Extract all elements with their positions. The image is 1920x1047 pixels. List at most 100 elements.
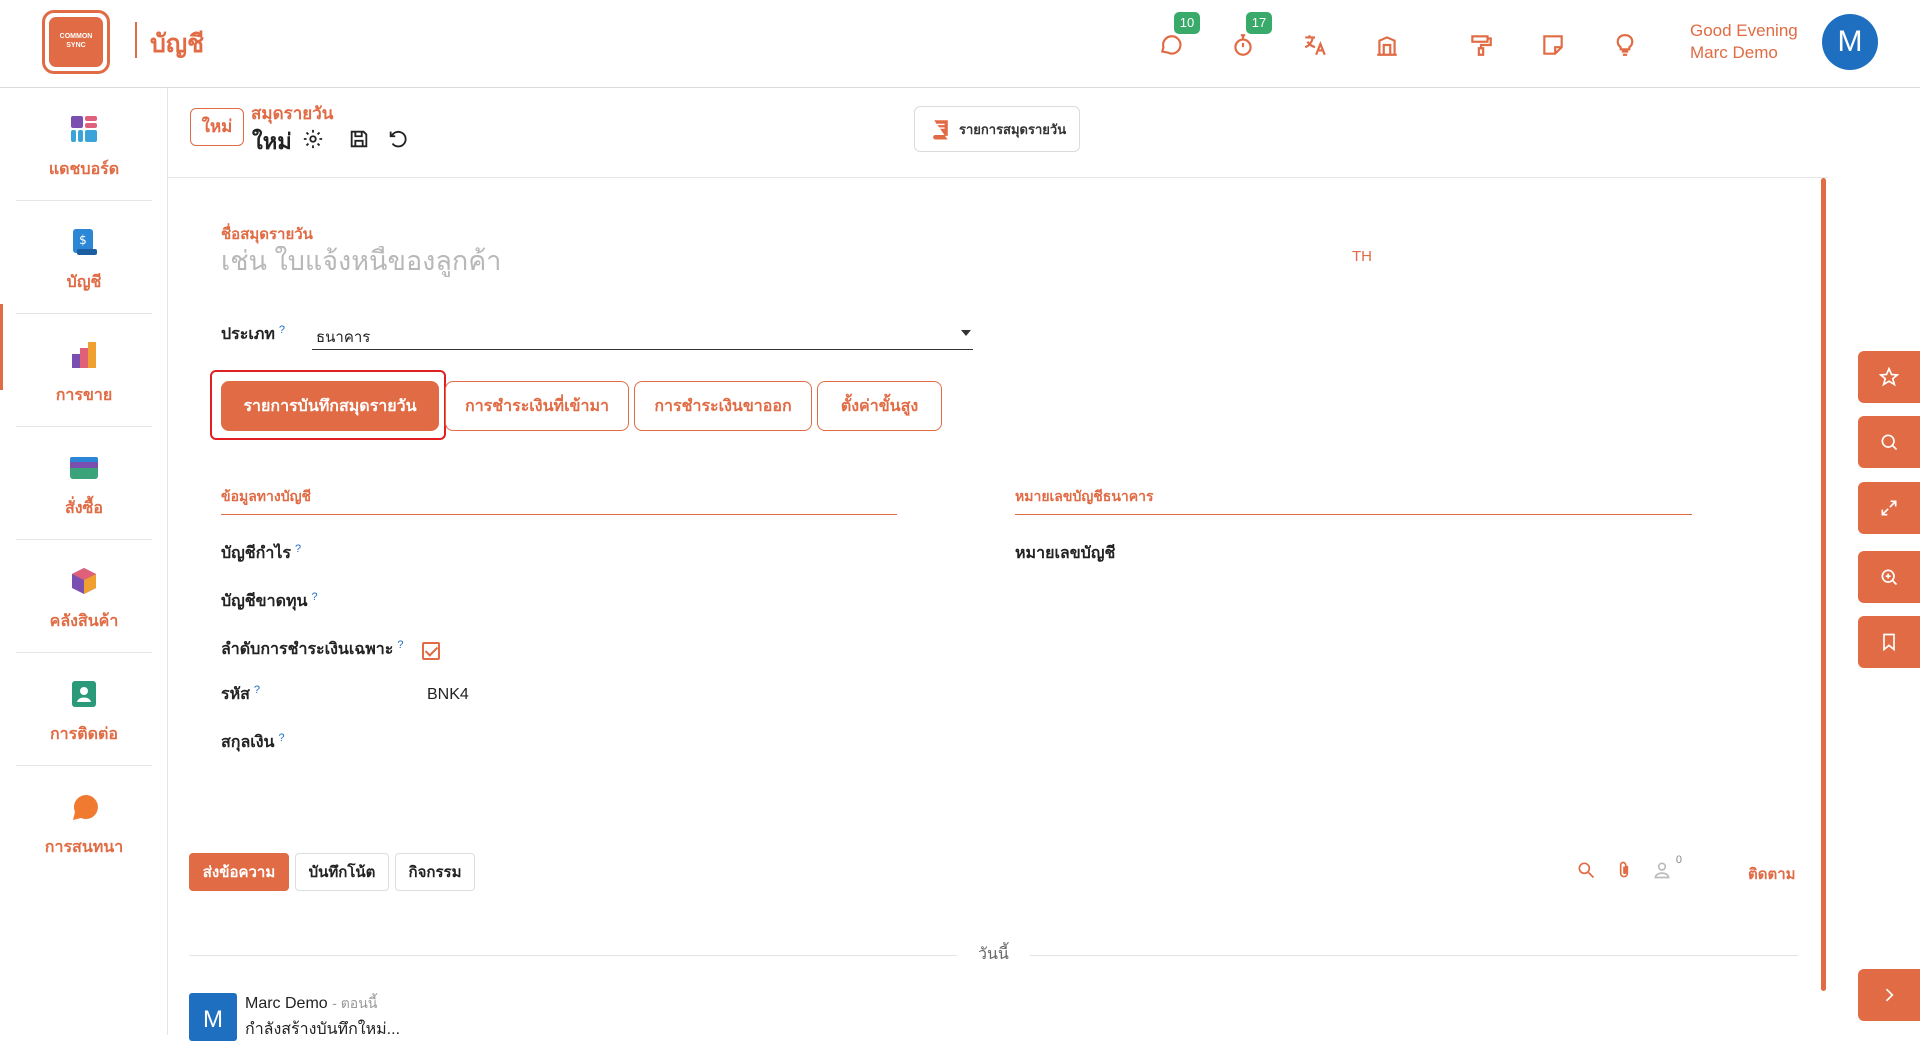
message-body: กำลังสร้างบันทึกใหม่... <box>245 1021 401 1038</box>
app-sidebar: แดชบอร์ด $ บัญชี การขาย สั่งซื้อ คลังสิน… <box>0 88 168 1035</box>
tips-button[interactable] <box>1610 30 1640 60</box>
type-select[interactable]: ธนาคาร <box>312 318 973 350</box>
fullscreen-button[interactable] <box>1858 482 1920 534</box>
help-icon[interactable]: ? <box>311 591 317 603</box>
sidebar-item-contacts[interactable]: การติดต่อ <box>16 653 152 766</box>
send-message-button[interactable]: ส่งข้อความ <box>189 853 289 891</box>
dedicated-payment-sequence-text: ลำดับการชำระเงินเฉพาะ <box>221 641 394 658</box>
type-field-label: ประเภท? <box>221 322 285 347</box>
journal-name-input[interactable] <box>221 246 1321 277</box>
sidebar-item-label: การติดต่อ <box>49 726 119 743</box>
help-icon[interactable]: ? <box>397 639 403 651</box>
contacts-icon <box>72 681 96 707</box>
search-icon <box>1881 434 1898 451</box>
help-icon[interactable]: ? <box>278 732 284 744</box>
tab-outgoing-payments[interactable]: การชำระเงินขาออก <box>634 381 812 431</box>
tab-journal-entries[interactable]: รายการบันทึกสมุดรายวัน <box>221 381 439 431</box>
dashboard-icon <box>71 116 97 142</box>
company-switch-button[interactable] <box>1372 30 1402 60</box>
sidebar-item-label: คลังสินค้า <box>49 613 119 630</box>
followers-button[interactable]: 0 <box>1652 854 1682 880</box>
day-label: วันนี้ <box>978 946 1009 963</box>
sidebar-active-indicator <box>0 304 3 390</box>
paint-roller-icon <box>1471 35 1492 56</box>
discard-button[interactable] <box>385 126 411 152</box>
breadcrumb-parent[interactable]: สมุดรายวัน <box>251 100 333 127</box>
currency-label: สกุลเงิน? <box>221 730 285 755</box>
sidebar-item-inventory[interactable]: คลังสินค้า <box>16 540 152 653</box>
caret-down-icon <box>961 330 971 336</box>
journal-list-button[interactable]: รายการสมุดรายวัน <box>914 106 1080 152</box>
purchase-card-icon <box>70 457 98 479</box>
loss-account-text: บัญชีขาดทุน <box>221 593 308 610</box>
favorite-button[interactable] <box>1858 351 1920 403</box>
loss-account-label: บัญชีขาดทุน? <box>221 589 318 614</box>
sidebar-item-purchase[interactable]: สั่งซื้อ <box>16 427 152 540</box>
save-icon <box>350 130 368 148</box>
log-note-button[interactable]: บันทึกโน้ต <box>295 853 389 891</box>
user-greeting: Good Evening Marc Demo <box>1690 20 1798 64</box>
scrollbar[interactable] <box>1821 178 1826 991</box>
message-avatar[interactable]: M <box>189 993 237 1041</box>
section-bank-account: หมายเลขบัญชีธนาคาร <box>1015 486 1692 515</box>
dedicated-payment-sequence-checkbox[interactable] <box>422 642 440 660</box>
bookmark-button[interactable] <box>1858 616 1920 668</box>
code-value[interactable]: BNK4 <box>427 686 469 704</box>
user-lock-icon <box>1654 862 1670 879</box>
undo-icon <box>389 130 407 148</box>
profit-account-text: บัญชีกำไร <box>221 545 291 562</box>
translate-icon <box>1304 35 1326 56</box>
sticky-note-icon <box>1543 35 1563 55</box>
quick-search-button[interactable] <box>1858 416 1920 468</box>
theme-button[interactable] <box>1466 30 1496 60</box>
day-divider-left <box>189 955 957 956</box>
sales-chart-icon <box>72 342 96 368</box>
message-author[interactable]: Marc Demo <box>245 995 328 1012</box>
journal-list-label: รายการสมุดรายวัน <box>959 121 1067 137</box>
language-toggle[interactable]: TH <box>1352 248 1372 265</box>
gear-icon <box>303 129 323 149</box>
followers-count: 0 <box>1675 854 1682 866</box>
header-divider <box>168 177 1828 178</box>
sidebar-item-label: แดชบอร์ด <box>48 161 120 178</box>
tab-advanced-settings[interactable]: ตั้งค่าขั้นสูง <box>817 381 942 431</box>
sidebar-item-label: สั่งซื้อ <box>64 500 104 517</box>
tab-incoming-payments[interactable]: การชำระเงินที่เข้ามา <box>445 381 629 431</box>
brand-separator <box>135 22 137 58</box>
currency-label-text: สกุลเงิน <box>221 734 275 751</box>
new-record-tag[interactable]: ใหม่ <box>190 108 244 146</box>
code-label-text: รหัส <box>221 686 250 703</box>
search-icon[interactable] <box>1576 860 1596 880</box>
activity-button[interactable]: กิจกรรม <box>395 853 475 891</box>
top-bar: COMMON SYNC บัญชี 10 17 Good Evening Mar… <box>0 0 1920 88</box>
sidebar-item-sales[interactable]: การขาย <box>16 314 152 427</box>
profit-account-label: บัญชีกำไร? <box>221 541 301 566</box>
company-logo[interactable]: COMMON SYNC <box>42 10 110 74</box>
chevron-right-icon <box>1885 988 1894 1002</box>
record-settings-button[interactable] <box>300 126 326 152</box>
book-icon <box>933 120 948 140</box>
save-button[interactable] <box>346 126 372 152</box>
sidebar-item-discuss[interactable]: การสนทนา <box>16 766 152 879</box>
zoom-button[interactable] <box>1858 551 1920 603</box>
messages-button[interactable]: 10 <box>1156 12 1200 60</box>
help-icon[interactable]: ? <box>279 324 285 336</box>
language-button[interactable] <box>1300 30 1330 60</box>
paperclip-icon[interactable] <box>1614 860 1634 880</box>
message-time: - ตอนนี้ <box>332 995 378 1011</box>
day-divider-right <box>1030 955 1798 956</box>
help-icon[interactable]: ? <box>295 543 301 555</box>
chat-bubble-icon <box>1161 35 1182 55</box>
sidebar-item-dashboard[interactable]: แดชบอร์ด <box>16 88 152 201</box>
activities-button[interactable]: 17 <box>1228 12 1272 60</box>
accounting-icon: $ <box>73 229 97 255</box>
notes-button[interactable] <box>1538 30 1568 60</box>
expand-panel-button[interactable] <box>1858 969 1920 1021</box>
bookmark-icon <box>1883 633 1895 652</box>
follow-button[interactable]: ติดตาม <box>1748 862 1796 886</box>
section-accounting-info: ข้อมูลทางบัญชี <box>221 486 897 515</box>
help-icon[interactable]: ? <box>254 684 260 696</box>
sidebar-item-label: บัญชี <box>66 274 102 291</box>
user-avatar[interactable]: M <box>1822 14 1878 70</box>
sidebar-item-accounting[interactable]: $ บัญชี <box>16 201 152 314</box>
